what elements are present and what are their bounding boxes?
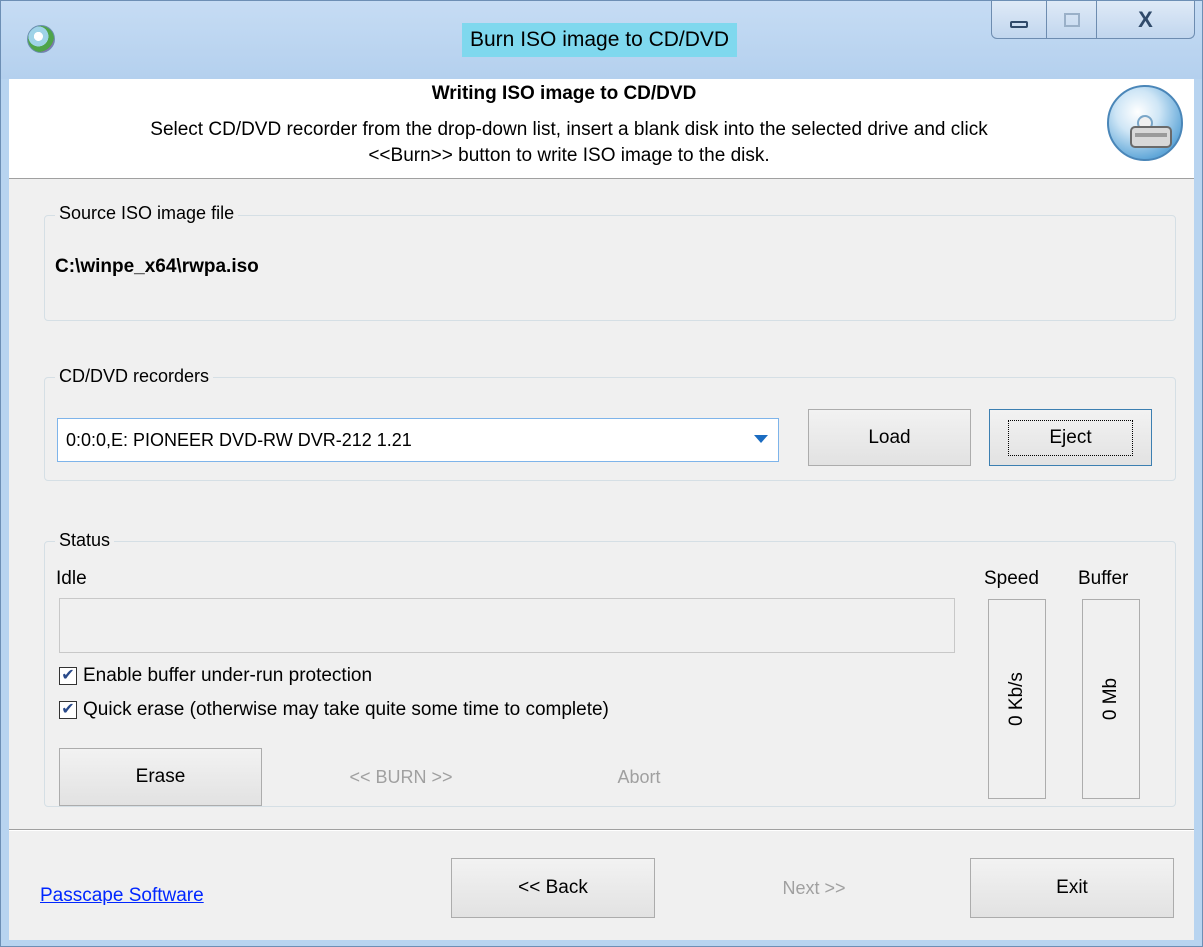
quick-erase-checkbox[interactable]: ✔ Quick erase (otherwise may take quite … [59,699,609,721]
eject-button-label: Eject [1008,419,1133,456]
window-controls: X [991,1,1195,43]
abort-button[interactable]: Abort [579,748,699,806]
description-line-2: <<Burn>> button to write ISO image to th… [368,145,770,166]
status-group-label: Status [55,530,115,551]
page-title: Writing ISO image to CD/DVD [431,83,697,104]
cd-drive-icon [1107,85,1183,161]
checkmark-icon[interactable]: ✔ [59,667,77,685]
wizard-header: Writing ISO image to CD/DVD Select CD/DV… [9,79,1194,179]
burn-button-label: << BURN >> [349,766,453,787]
recorder-selected-value: 0:0:0,E: PIONEER DVD-RW DVR-212 1.21 [66,429,412,450]
title-bar[interactable]: Burn ISO image to CD/DVD X [1,1,1202,79]
back-button-label: << Back [518,877,588,898]
window-title: Burn ISO image to CD/DVD [462,23,738,57]
close-icon: X [1138,6,1153,32]
close-button[interactable]: X [1097,1,1195,39]
load-button-label: Load [868,426,911,448]
chevron-down-icon[interactable] [754,435,768,443]
load-button[interactable]: Load [808,409,971,466]
buffer-meter: 0 Mb [1082,599,1140,799]
passcape-software-link[interactable]: Passcape Software [40,885,204,907]
status-state: Idle [56,568,87,589]
burn-button[interactable]: << BURN >> [311,748,491,806]
quick-erase-label: Quick erase (otherwise may take quite so… [83,699,609,720]
exit-button[interactable]: Exit [970,858,1174,918]
speed-label: Speed [984,568,1039,589]
maximize-icon [1063,12,1080,27]
source-iso-group-label: Source ISO image file [55,203,239,224]
next-button[interactable]: Next >> [729,858,899,918]
recorder-dropdown[interactable]: 0:0:0,E: PIONEER DVD-RW DVR-212 1.21 [57,418,779,462]
next-button-label: Next >> [782,877,846,898]
page-description: Select CD/DVD recorder from the drop-dow… [79,117,1059,169]
speed-value: 0 Kb/s [1006,672,1027,726]
checkmark-icon[interactable]: ✔ [59,701,77,719]
minimize-button[interactable] [991,1,1047,39]
speed-meter: 0 Kb/s [988,599,1046,799]
recorders-group-label: CD/DVD recorders [55,366,214,387]
erase-button[interactable]: Erase [59,748,262,806]
progress-bar [59,598,955,653]
description-line-1: Select CD/DVD recorder from the drop-dow… [150,119,988,140]
source-iso-path: C:\winpe_x64\rwpa.iso [55,256,259,277]
dialog-client-area: Writing ISO image to CD/DVD Select CD/DV… [9,79,1194,940]
maximize-button [1047,1,1097,39]
burn-iso-window: Burn ISO image to CD/DVD X Writing ISO i… [0,0,1203,947]
abort-button-label: Abort [617,766,661,787]
eject-button[interactable]: Eject [989,409,1152,466]
back-button[interactable]: << Back [451,858,655,918]
minimize-icon [1010,21,1028,28]
buffer-label: Buffer [1078,568,1129,589]
footer-divider [9,829,1194,831]
exit-button-label: Exit [1056,877,1088,898]
app-icon [27,25,55,53]
erase-button-label: Erase [135,766,186,787]
buffer-protection-checkbox[interactable]: ✔ Enable buffer under-run protection [59,665,372,687]
buffer-protection-label: Enable buffer under-run protection [83,665,373,686]
buffer-value: 0 Mb [1100,677,1121,721]
